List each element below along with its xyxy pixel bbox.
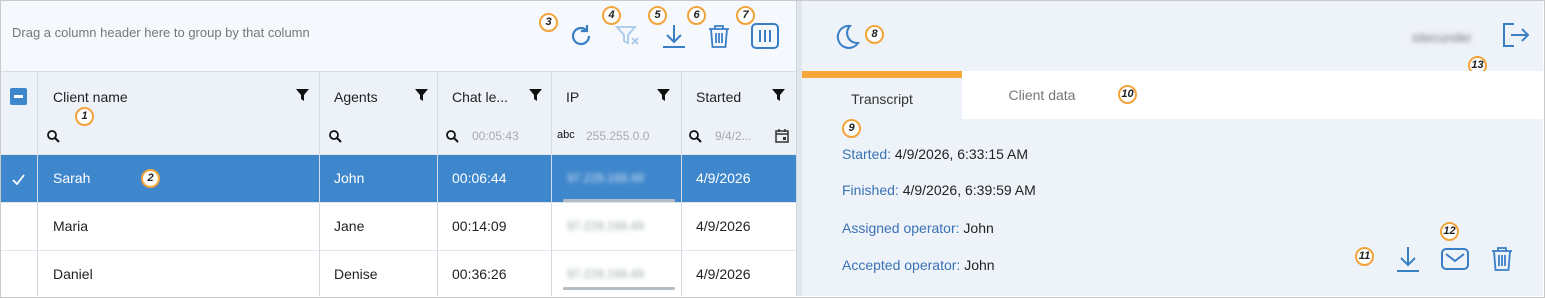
search-icon	[446, 130, 459, 143]
chat-length-filter-input[interactable]: 00:05:43	[472, 129, 519, 143]
callout-badge: 3	[539, 13, 558, 32]
select-all-checkbox[interactable]	[10, 88, 27, 105]
agent-cell: Jane	[334, 218, 365, 234]
search-icon	[689, 130, 702, 143]
table-row[interactable]: Sarah John 00:06:44 97.229.168.49 4/9/20…	[1, 154, 796, 203]
text-filter-mode-icon[interactable]: abc	[557, 129, 575, 141]
info-value: 4/9/2026, 6:33:15 AM	[894, 146, 1029, 162]
agent-cell: John	[334, 170, 365, 186]
tab-label: Transcript	[851, 90, 913, 107]
check-icon	[12, 174, 25, 185]
info-started: Started: 4/9/2026, 6:33:15 AM	[842, 146, 1028, 162]
grid-header: Client name Agents Chat le... 00:05:43 I…	[1, 71, 796, 156]
chat-length-cell: 00:06:44	[452, 170, 507, 186]
search-icon	[329, 130, 342, 143]
callout-badge: 8	[865, 25, 884, 44]
download-transcript-icon[interactable]	[1394, 244, 1422, 277]
logout-icon[interactable]	[1500, 21, 1530, 52]
email-icon[interactable]	[1440, 244, 1470, 277]
tab-client-data[interactable]: Client data	[962, 71, 1122, 119]
filter-icon[interactable]	[657, 89, 670, 101]
detail-tabs: Transcript Client data 10	[802, 71, 1543, 119]
started-cell: 4/9/2026	[696, 266, 751, 282]
filter-icon[interactable]	[296, 89, 309, 101]
client-name-cell: Daniel	[53, 266, 93, 282]
ip-filter-input[interactable]: 255.255.0.0	[586, 129, 649, 143]
column-header-started[interactable]: Started	[696, 89, 741, 105]
info-accepted-operator: Accepted operator: John	[842, 257, 995, 273]
callout-badge: 10	[1118, 85, 1137, 104]
download-icon[interactable]	[659, 21, 689, 51]
column-header-client-name[interactable]: Client name	[53, 89, 128, 105]
info-value: John	[964, 257, 995, 273]
started-cell: 4/9/2026	[696, 218, 751, 234]
username-label: sitecunder	[1412, 30, 1472, 45]
filter-icon[interactable]	[529, 89, 542, 101]
ip-cell: 97.229.168.49	[567, 219, 644, 233]
column-header-chat-length[interactable]: Chat le...	[452, 89, 508, 105]
agent-cell: Denise	[334, 266, 378, 282]
callout-badge: 9	[842, 119, 861, 138]
column-header-agents[interactable]: Agents	[334, 89, 378, 105]
search-icon	[47, 130, 60, 143]
column-divider	[37, 71, 38, 296]
column-divider	[437, 71, 438, 296]
detail-panel: 8 sitecunder 13 Transcript Client data 1…	[802, 1, 1543, 296]
callout-badge: 5	[648, 6, 667, 25]
client-name-cell: Maria	[53, 218, 89, 234]
info-label: Finished:	[842, 182, 899, 198]
callout-badge: 11	[1355, 247, 1374, 266]
delete-transcript-icon[interactable]	[1488, 244, 1516, 277]
callout-badge: 12	[1440, 222, 1459, 241]
callout-badge: 4	[602, 6, 621, 25]
info-label: Accepted operator:	[842, 257, 961, 273]
refresh-icon[interactable]	[566, 21, 596, 51]
info-label: Assigned operator:	[842, 220, 960, 236]
chat-length-cell: 00:14:09	[452, 218, 507, 234]
table-row[interactable]: Daniel Denise 00:36:26 97.229.168.49 4/9…	[1, 250, 796, 296]
ip-cell: 97.229.168.49	[567, 171, 644, 185]
info-value: John	[963, 220, 994, 236]
column-header-ip[interactable]: IP	[566, 89, 579, 105]
chat-length-cell: 00:36:26	[452, 266, 507, 282]
callout-badge: 2	[141, 169, 160, 188]
group-hint: Drag a column header here to group by th…	[12, 25, 310, 40]
callout-badge: 1	[75, 107, 94, 126]
ip-cell: 97.229.168.49	[567, 267, 644, 281]
calendar-icon[interactable]	[775, 129, 789, 143]
info-label: Started:	[842, 146, 892, 162]
filter-icon[interactable]	[415, 89, 428, 101]
client-name-cell: Sarah	[53, 170, 91, 186]
table-row[interactable]: Maria Jane 00:14:09 97.229.168.49 4/9/20…	[1, 202, 796, 251]
filter-icon[interactable]	[772, 89, 785, 101]
horizontal-scrollbar[interactable]	[563, 287, 675, 290]
horizontal-scrollbar[interactable]	[563, 199, 675, 202]
callout-badge: 7	[736, 6, 755, 25]
info-assigned-operator: Assigned operator: John	[842, 220, 994, 236]
sessions-panel: Drag a column header here to group by th…	[1, 1, 796, 296]
info-value: 4/9/2026, 6:39:59 AM	[902, 182, 1036, 198]
clear-filter-icon[interactable]	[613, 21, 643, 51]
started-cell: 4/9/2026	[696, 170, 751, 186]
column-divider	[681, 71, 682, 296]
tab-transcript[interactable]: Transcript	[802, 71, 962, 119]
moon-icon[interactable]	[832, 23, 860, 54]
columns-icon[interactable]	[750, 21, 780, 51]
info-finished: Finished: 4/9/2026, 6:39:59 AM	[842, 182, 1036, 198]
delete-icon[interactable]	[704, 21, 734, 51]
group-panel[interactable]: Drag a column header here to group by th…	[1, 1, 796, 71]
callout-badge: 6	[687, 6, 706, 25]
tab-label: Client data	[1008, 87, 1076, 103]
column-divider	[551, 71, 552, 296]
started-filter-input[interactable]: 9/4/2...	[715, 129, 752, 143]
column-divider	[319, 71, 320, 296]
